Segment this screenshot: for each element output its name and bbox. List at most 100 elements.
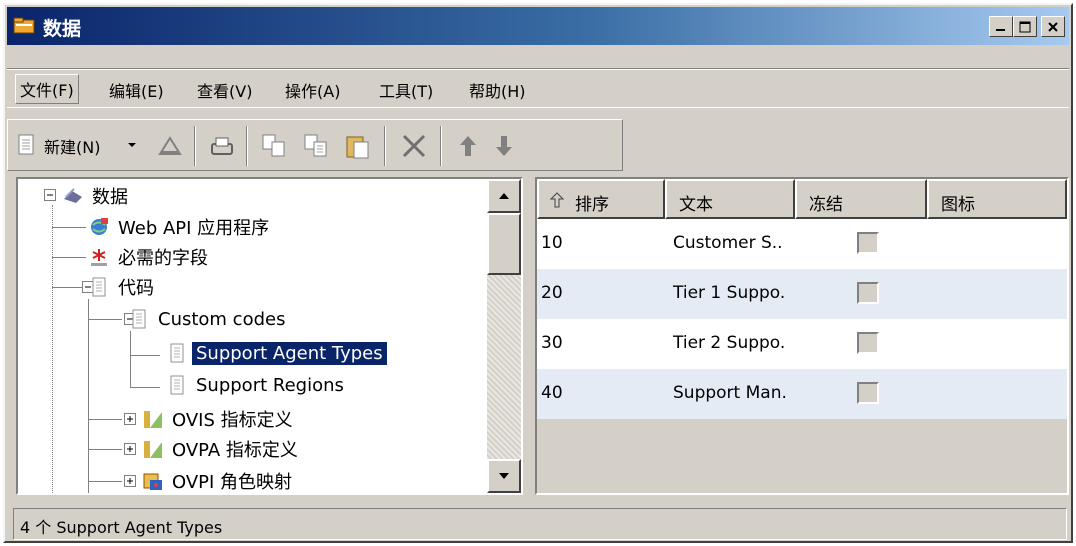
column-header-order[interactable]: 排序 — [537, 179, 665, 219]
column-header-label: 图标 — [941, 195, 975, 215]
expand-icon[interactable] — [124, 413, 140, 429]
scroll-down-button[interactable] — [487, 459, 521, 493]
codes-icon — [92, 277, 106, 297]
expand-icon[interactable] — [124, 443, 140, 459]
toolbar-separator — [194, 126, 196, 166]
tree-node-required-fields[interactable]: 必需的字段 — [88, 242, 212, 272]
tree-connector — [52, 287, 82, 288]
copy-icon[interactable] — [302, 132, 330, 160]
table-row[interactable]: 40 Support Man. — [537, 369, 1067, 419]
toolbar-separator — [384, 126, 386, 166]
new-button[interactable]: 新建(N) — [44, 134, 100, 158]
maximize-button[interactable] — [1013, 16, 1037, 37]
tree-node-label: OVPI 角色映射 — [172, 472, 293, 493]
column-header-label: 冻结 — [809, 195, 843, 215]
cell-order: 40 — [541, 383, 563, 403]
codes-icon — [132, 309, 146, 329]
scroll-thumb[interactable] — [487, 213, 521, 275]
tree-vertical-scrollbar[interactable] — [487, 179, 521, 493]
table-row[interactable]: 10 Customer S.. — [537, 219, 1067, 269]
scroll-up-icon — [499, 193, 509, 199]
frozen-checkbox[interactable] — [857, 282, 879, 304]
tree-node-label: Custom codes — [158, 308, 286, 330]
menu-view[interactable]: 查看(V) — [197, 78, 252, 102]
new-document-icon — [18, 134, 34, 155]
table-row[interactable]: 20 Tier 1 Suppo. — [537, 269, 1067, 319]
scroll-up-button[interactable] — [487, 179, 521, 213]
cell-text: Customer S.. — [673, 233, 783, 253]
title-bar[interactable]: 数据 — [7, 7, 1069, 45]
cell-text: Tier 2 Suppo. — [673, 333, 786, 353]
window-title: 数据 — [43, 18, 82, 40]
close-icon — [1048, 21, 1058, 32]
cell-order: 30 — [541, 333, 563, 353]
scroll-down-icon — [499, 473, 509, 479]
toolbar-separator — [246, 126, 248, 166]
tree-connector — [88, 319, 122, 320]
column-header-icon[interactable]: 图标 — [927, 179, 1067, 219]
tree-node-codes[interactable]: 代码 — [88, 272, 158, 302]
column-header-frozen[interactable]: 冻结 — [795, 179, 927, 219]
cut-icon[interactable] — [260, 132, 288, 160]
web-api-icon — [91, 218, 108, 235]
menu-bar: 文件(F) 编辑(E) 查看(V) 操作(A) 工具(T) 帮助(H) — [7, 68, 1069, 108]
toolbar-separator — [440, 126, 442, 166]
tree-connector — [52, 227, 86, 228]
tree-node-label: Support Regions — [196, 374, 344, 396]
folder-icon — [144, 441, 162, 458]
paste-icon[interactable] — [344, 132, 372, 160]
main-window: 数据 文件(F) 编辑(E) 查看(V) 操作(A) 工具(T) 帮助(H) 新… — [3, 3, 1073, 543]
role-map-icon — [143, 473, 162, 490]
tree-node-label: 必需的字段 — [118, 248, 208, 269]
properties-icon[interactable] — [156, 132, 184, 160]
column-header-label: 排序 — [575, 195, 609, 215]
tree-node-label: Support Agent Types — [192, 341, 387, 365]
tree-node-custom-codes[interactable]: Custom codes — [128, 304, 289, 334]
minimize-button[interactable] — [989, 16, 1013, 37]
arrow-up-icon[interactable] — [454, 132, 482, 160]
column-header-text[interactable]: 文本 — [665, 179, 795, 219]
tree-node-support-agent-types[interactable]: Support Agent Types — [166, 338, 387, 368]
table-row[interactable]: 30 Tier 2 Suppo. — [537, 319, 1067, 369]
frozen-checkbox[interactable] — [857, 382, 879, 404]
tree-node-ovis[interactable]: OVIS 指标定义 — [142, 404, 297, 434]
status-text: 4 个 Support Agent Types — [20, 518, 223, 537]
tree-node-web-api[interactable]: Web API 应用程序 — [88, 212, 273, 242]
expand-icon[interactable] — [124, 475, 140, 491]
tree-node-label: Web API 应用程序 — [118, 218, 270, 239]
required-field-icon — [91, 249, 107, 266]
tree-node-ovpi[interactable]: OVPI 角色映射 — [142, 466, 296, 493]
menu-tools[interactable]: 工具(T) — [379, 78, 433, 102]
column-header-label: 文本 — [679, 195, 713, 215]
menu-file[interactable]: 文件(F) — [15, 74, 79, 104]
menu-edit[interactable]: 编辑(E) — [109, 78, 164, 102]
tree-connector — [88, 299, 89, 493]
frozen-checkbox[interactable] — [857, 332, 879, 354]
collapse-icon[interactable] — [44, 189, 60, 205]
tree-node-label: OVPA 指标定义 — [172, 440, 298, 461]
sort-ascending-icon — [549, 192, 565, 208]
tree-node-label: 代码 — [118, 278, 154, 299]
print-icon[interactable] — [208, 132, 236, 160]
frozen-checkbox[interactable] — [857, 232, 879, 254]
tree-connector — [130, 331, 131, 387]
tree-node-support-regions[interactable]: Support Regions — [166, 370, 348, 400]
chevron-down-icon[interactable] — [126, 140, 138, 150]
tree-connector — [130, 355, 160, 356]
tree-node-label: OVIS 指标定义 — [172, 410, 293, 431]
tree-pane[interactable]: 数据 Web API 应用程序 必需的字段 代码 Custom codes Su… — [16, 177, 523, 495]
cell-order: 10 — [541, 233, 563, 253]
arrow-down-icon[interactable] — [490, 132, 518, 160]
tree-node-ovpa[interactable]: OVPA 指标定义 — [142, 434, 302, 464]
cell-text: Tier 1 Suppo. — [673, 283, 786, 303]
codes-icon — [170, 343, 184, 363]
menu-action[interactable]: 操作(A) — [285, 78, 340, 102]
tree-connector — [130, 387, 160, 388]
menu-help[interactable]: 帮助(H) — [469, 78, 526, 102]
close-button[interactable] — [1041, 16, 1065, 37]
list-pane[interactable]: 排序 文本 冻结 图标 10 Customer S.. 20 Tier 1 Su… — [535, 177, 1069, 495]
delete-icon[interactable] — [400, 132, 428, 160]
maximize-icon — [1019, 21, 1031, 32]
tree-node-data[interactable]: 数据 — [62, 181, 132, 211]
data-root-icon — [64, 188, 82, 203]
